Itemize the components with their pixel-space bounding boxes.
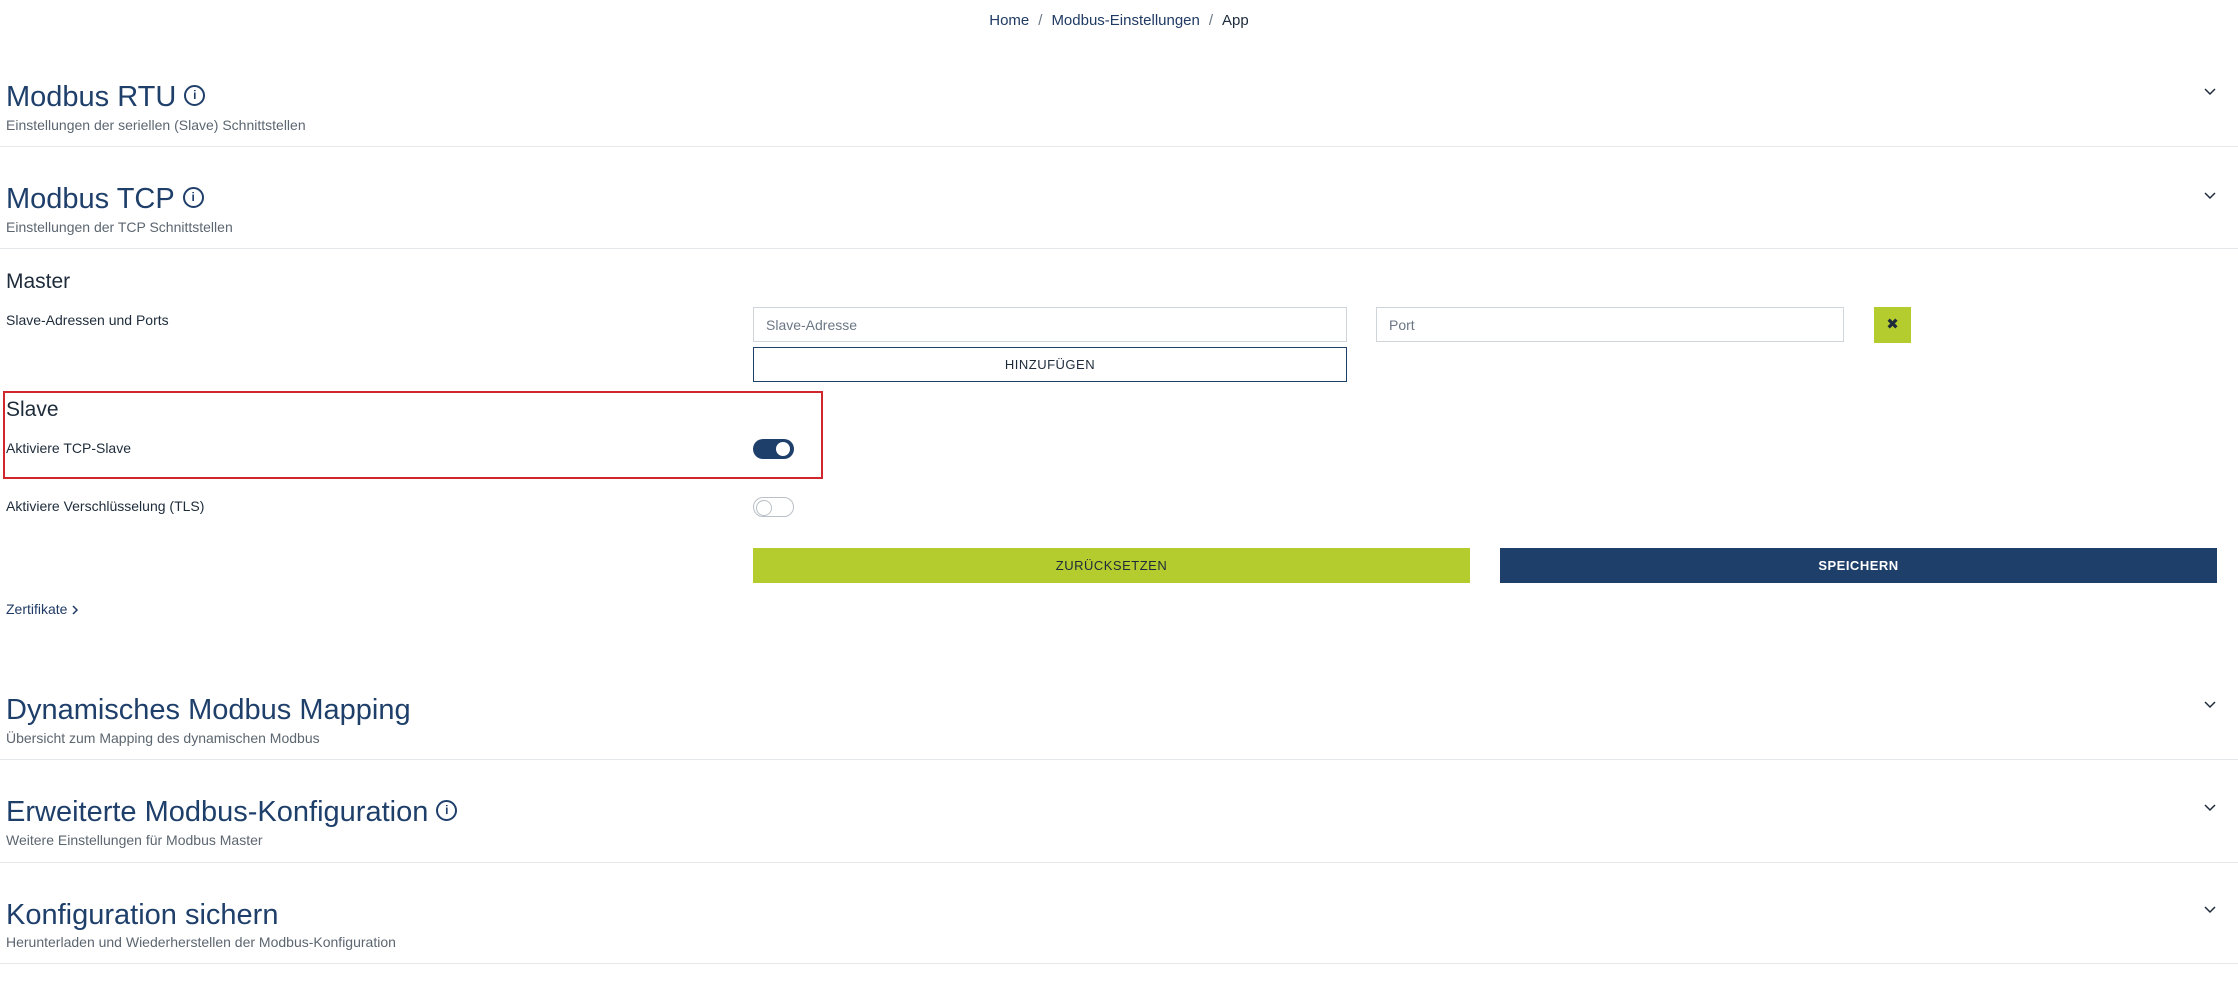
close-icon: ✖ [1886, 316, 1899, 333]
toggle-knob [776, 442, 790, 456]
breadcrumb: Home / Modbus-Einstellungen / App [989, 12, 1249, 29]
tls-label: Aktiviere Verschlüsselung (TLS) [6, 498, 205, 514]
slave-addresses-label: Slave-Adressen und Ports [6, 312, 169, 328]
info-icon[interactable]: i [182, 186, 204, 208]
divider [0, 963, 2238, 964]
remove-entry-button[interactable]: ✖ [1874, 307, 1911, 343]
breadcrumb-home[interactable]: Home [989, 12, 1029, 29]
reset-button[interactable]: ZURÜCKSETZEN [753, 548, 1470, 583]
slave-highlight-box [3, 391, 823, 479]
add-button[interactable]: HINZUFÜGEN [753, 347, 1347, 382]
divider [0, 759, 2238, 760]
divider [0, 146, 2238, 147]
breadcrumb-current: App [1222, 12, 1249, 29]
section-title: Konfiguration sichern [6, 899, 279, 931]
chevron-right-icon [72, 605, 79, 615]
section-subtitle: Einstellungen der seriellen (Slave) Schn… [6, 117, 306, 133]
certificates-link[interactable]: Zertifikate [6, 601, 80, 617]
section-subtitle: Herunterladen und Wiederherstellen der M… [6, 934, 396, 950]
port-input[interactable] [1376, 307, 1844, 342]
divider [0, 862, 2238, 863]
section-title: Dynamisches Modbus Mapping [6, 694, 411, 726]
chevron-down-icon[interactable] [2204, 189, 2216, 201]
section-title: Modbus TCP i [6, 182, 204, 216]
chevron-down-icon[interactable] [2204, 903, 2216, 915]
master-heading: Master [6, 270, 71, 293]
divider [0, 248, 2238, 249]
tls-toggle[interactable] [753, 497, 794, 517]
section-subtitle: Einstellungen der TCP Schnittstellen [6, 219, 233, 235]
save-button[interactable]: SPEICHERN [1500, 548, 2217, 583]
toggle-knob [756, 500, 772, 516]
chevron-down-icon[interactable] [2204, 698, 2216, 710]
section-title: Erweiterte Modbus-Konfiguration i [6, 795, 458, 829]
slave-address-input[interactable] [753, 307, 1347, 342]
tcp-slave-label: Aktiviere TCP-Slave [6, 440, 132, 456]
breadcrumb-modbus-settings[interactable]: Modbus-Einstellungen [1051, 12, 1199, 29]
info-icon[interactable]: i [436, 799, 458, 821]
section-subtitle: Übersicht zum Mapping des dynamischen Mo… [6, 730, 320, 746]
tcp-slave-toggle[interactable] [753, 439, 794, 459]
chevron-down-icon[interactable] [2204, 801, 2216, 813]
info-icon[interactable]: i [184, 84, 206, 106]
section-title: Modbus RTU i [6, 80, 206, 114]
chevron-down-icon[interactable] [2204, 85, 2216, 97]
slave-heading: Slave [6, 398, 59, 421]
section-subtitle: Weitere Einstellungen für Modbus Master [6, 832, 263, 848]
